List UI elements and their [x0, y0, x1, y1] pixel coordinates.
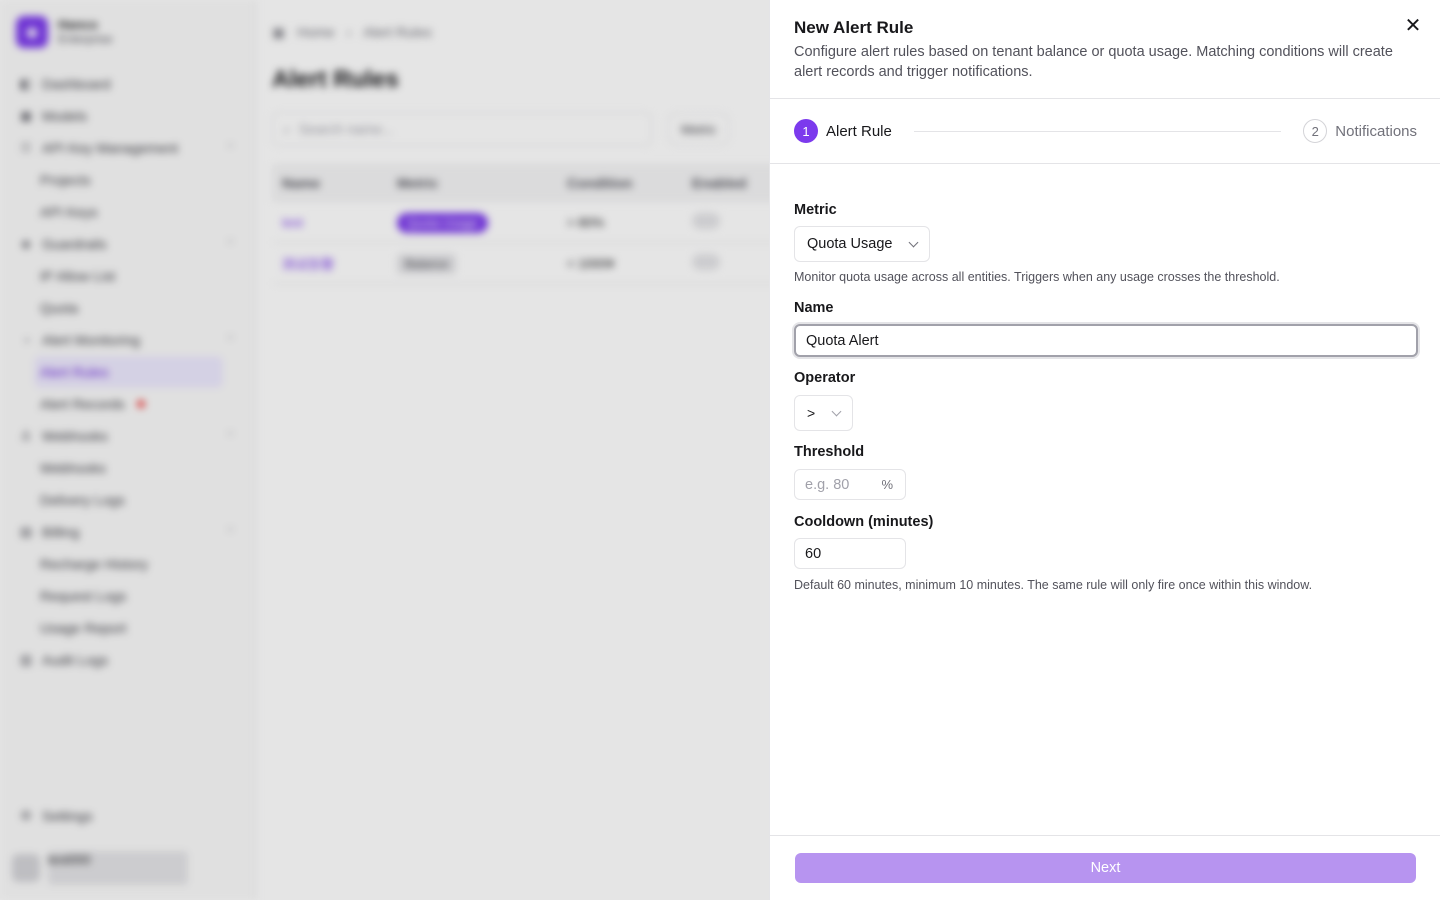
step-number: 2	[1303, 119, 1328, 143]
step-label: Notifications	[1335, 122, 1417, 140]
threshold-unit: %	[881, 477, 893, 492]
operator-select-value: >	[807, 405, 816, 421]
sheet-title: New Alert Rule	[794, 18, 914, 37]
cooldown-help-text: Default 60 minutes, minimum 10 minutes. …	[794, 578, 1313, 592]
threshold-input[interactable]	[795, 470, 875, 499]
step-alert-rule: 1 Alert Rule	[794, 119, 892, 143]
next-button[interactable]: Next	[795, 853, 1416, 883]
metric-label: Metric	[794, 202, 837, 218]
chevron-down-icon	[831, 406, 842, 417]
step-number: 1	[794, 119, 818, 143]
metric-select-value: Quota Usage	[807, 236, 893, 252]
name-input[interactable]	[794, 324, 1418, 357]
threshold-label: Threshold	[794, 444, 865, 460]
threshold-field: %	[794, 469, 906, 500]
operator-label: Operator	[794, 370, 856, 386]
metric-select[interactable]: Quota Usage	[794, 226, 930, 262]
close-icon[interactable]: ✕	[1403, 16, 1423, 36]
name-label: Name	[794, 300, 834, 316]
sheet-footer: Next	[770, 835, 1440, 900]
step-connector	[913, 130, 1282, 132]
cooldown-label: Cooldown (minutes)	[794, 514, 934, 530]
step-notifications: 2 Notifications	[1303, 119, 1417, 143]
sheet-description: Configure alert rules based on tenant ba…	[794, 44, 1393, 80]
step-label: Alert Rule	[826, 122, 892, 140]
cooldown-field	[794, 538, 906, 569]
stepper: 1 Alert Rule 2 Notifications	[770, 99, 1440, 164]
chevron-down-icon	[908, 237, 919, 248]
new-alert-rule-sheet: New Alert Rule Configure alert rules bas…	[769, 0, 1440, 900]
operator-select[interactable]: >	[794, 395, 853, 431]
cooldown-input[interactable]	[795, 539, 875, 568]
metric-help-text: Monitor quota usage across all entities.…	[794, 270, 1280, 284]
sheet-header: New Alert Rule Configure alert rules bas…	[770, 0, 1440, 99]
